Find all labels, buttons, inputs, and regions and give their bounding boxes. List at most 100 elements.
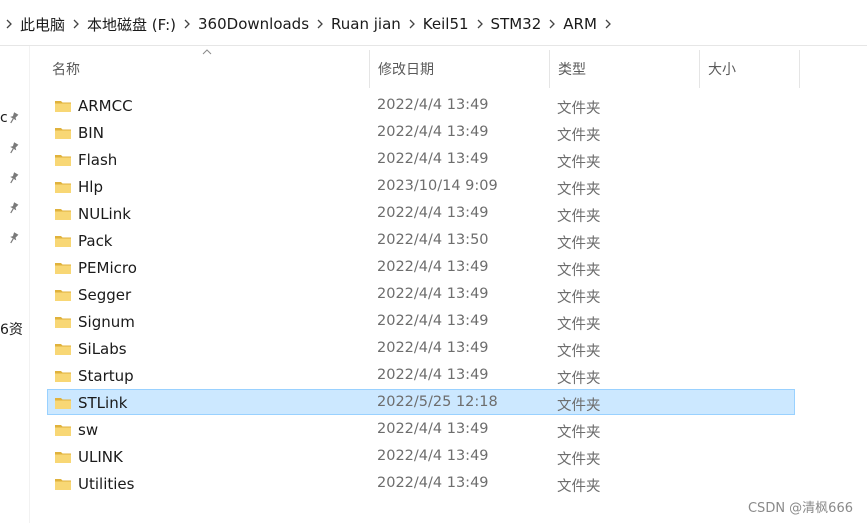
row-type: 文件夹 bbox=[557, 371, 601, 387]
row-modified: 2022/4/4 13:49 bbox=[377, 367, 489, 383]
folder-icon bbox=[55, 179, 71, 193]
pin-icon bbox=[6, 138, 24, 156]
table-row[interactable]: Hlp 2023/10/14 9:09 文件夹 bbox=[47, 173, 795, 199]
folder-icon bbox=[55, 260, 71, 274]
chevron-right-icon[interactable] bbox=[0, 13, 18, 35]
pin-icon bbox=[6, 108, 24, 126]
row-name: BIN bbox=[78, 124, 104, 142]
row-name: NULink bbox=[78, 205, 131, 223]
chevron-right-icon[interactable] bbox=[178, 13, 196, 35]
breadcrumb-item[interactable]: 此电脑 bbox=[18, 14, 67, 35]
row-modified: 2022/5/25 12:18 bbox=[377, 394, 498, 410]
table-row[interactable]: Signum 2022/4/4 13:49 文件夹 bbox=[47, 308, 795, 334]
row-name: Startup bbox=[78, 367, 134, 385]
column-modified-label: 修改日期 bbox=[378, 62, 434, 78]
row-type: 文件夹 bbox=[557, 452, 601, 468]
column-header-type[interactable]: 类型 bbox=[550, 50, 700, 88]
row-name: Segger bbox=[78, 286, 132, 304]
sort-ascending-icon bbox=[202, 49, 212, 55]
folder-icon bbox=[55, 233, 71, 247]
table-row[interactable]: STLink 2022/5/25 12:18 文件夹 bbox=[47, 389, 795, 415]
chevron-right-icon[interactable] bbox=[403, 13, 421, 35]
row-modified: 2022/4/4 13:49 bbox=[377, 313, 489, 329]
nav-item-truncated[interactable]: 6资 bbox=[0, 319, 23, 339]
row-type: 文件夹 bbox=[557, 317, 601, 333]
column-header-name[interactable]: 名称 bbox=[44, 49, 370, 88]
row-modified: 2022/4/4 13:50 bbox=[377, 232, 489, 248]
folder-icon bbox=[55, 98, 71, 112]
row-name: PEMicro bbox=[78, 259, 137, 277]
row-modified: 2022/4/4 13:49 bbox=[377, 259, 489, 275]
row-type: 文件夹 bbox=[557, 101, 601, 117]
breadcrumb-item[interactable]: 360Downloads bbox=[196, 15, 311, 33]
breadcrumb-item[interactable]: 本地磁盘 (F:) bbox=[85, 14, 178, 35]
chevron-right-icon[interactable] bbox=[67, 13, 85, 35]
row-name: Pack bbox=[78, 232, 113, 250]
folder-icon bbox=[55, 152, 71, 166]
row-type: 文件夹 bbox=[557, 128, 601, 144]
folder-icon bbox=[55, 287, 71, 301]
navigation-pane: c 6资 bbox=[0, 46, 30, 523]
folder-icon bbox=[55, 476, 71, 490]
table-row[interactable]: Flash 2022/4/4 13:49 文件夹 bbox=[47, 146, 795, 172]
folder-icon bbox=[55, 314, 71, 328]
column-name-label: 名称 bbox=[52, 62, 80, 78]
table-row[interactable]: SiLabs 2022/4/4 13:49 文件夹 bbox=[47, 335, 795, 361]
watermark: CSDN @清枫666 bbox=[747, 501, 853, 516]
chevron-right-icon[interactable] bbox=[599, 13, 617, 35]
row-name: SiLabs bbox=[78, 340, 127, 358]
row-type: 文件夹 bbox=[557, 155, 601, 171]
row-name: ULINK bbox=[78, 448, 123, 466]
row-type: 文件夹 bbox=[557, 209, 601, 225]
table-row[interactable]: Utilities 2022/4/4 13:49 文件夹 bbox=[47, 470, 795, 496]
row-type: 文件夹 bbox=[557, 398, 601, 414]
address-bar: 此电脑 本地磁盘 (F:) 360Downloads Ruan jian Keil51 S… bbox=[0, 0, 867, 46]
table-row[interactable]: PEMicro 2022/4/4 13:49 文件夹 bbox=[47, 254, 795, 280]
column-header-modified[interactable]: 修改日期 bbox=[370, 50, 550, 88]
row-modified: 2022/4/4 13:49 bbox=[377, 448, 489, 464]
table-row[interactable]: ULINK 2022/4/4 13:49 文件夹 bbox=[47, 443, 795, 469]
row-type: 文件夹 bbox=[557, 425, 601, 441]
row-name: ARMCC bbox=[78, 97, 133, 115]
row-modified: 2023/10/14 9:09 bbox=[377, 178, 498, 194]
row-modified: 2022/4/4 13:49 bbox=[377, 421, 489, 437]
row-name: Utilities bbox=[78, 475, 135, 493]
row-type: 文件夹 bbox=[557, 236, 601, 252]
row-modified: 2022/4/4 13:49 bbox=[377, 286, 489, 302]
folder-icon bbox=[55, 341, 71, 355]
row-type: 文件夹 bbox=[557, 290, 601, 306]
row-modified: 2022/4/4 13:49 bbox=[377, 340, 489, 356]
row-modified: 2022/4/4 13:49 bbox=[377, 205, 489, 221]
table-row[interactable]: sw 2022/4/4 13:49 文件夹 bbox=[47, 416, 795, 442]
chevron-right-icon[interactable] bbox=[311, 13, 329, 35]
row-name: sw bbox=[78, 421, 99, 439]
row-name: Hlp bbox=[78, 178, 103, 196]
folder-icon bbox=[55, 206, 71, 220]
pane-divider bbox=[29, 46, 30, 523]
table-row[interactable]: ARMCC 2022/4/4 13:49 文件夹 bbox=[47, 92, 795, 118]
pin-icon bbox=[6, 168, 24, 186]
table-row[interactable]: NULink 2022/4/4 13:49 文件夹 bbox=[47, 200, 795, 226]
row-modified: 2022/4/4 13:49 bbox=[377, 97, 489, 113]
table-row[interactable]: Segger 2022/4/4 13:49 文件夹 bbox=[47, 281, 795, 307]
breadcrumb-item[interactable]: Keil51 bbox=[421, 15, 471, 33]
row-name: Flash bbox=[78, 151, 118, 169]
folder-icon bbox=[55, 125, 71, 139]
folder-icon bbox=[55, 368, 71, 382]
row-modified: 2022/4/4 13:49 bbox=[377, 475, 489, 491]
breadcrumb: 此电脑 本地磁盘 (F:) 360Downloads Ruan jian Keil51 S… bbox=[0, 13, 617, 35]
pin-icon bbox=[6, 228, 24, 246]
column-type-label: 类型 bbox=[558, 62, 586, 78]
table-row[interactable]: BIN 2022/4/4 13:49 文件夹 bbox=[47, 119, 795, 145]
column-header-size[interactable]: 大小 bbox=[700, 50, 800, 88]
chevron-right-icon[interactable] bbox=[471, 13, 489, 35]
column-size-label: 大小 bbox=[708, 62, 736, 78]
breadcrumb-item[interactable]: ARM bbox=[561, 15, 599, 33]
row-modified: 2022/4/4 13:49 bbox=[377, 124, 489, 140]
folder-icon bbox=[55, 395, 71, 409]
chevron-right-icon[interactable] bbox=[543, 13, 561, 35]
breadcrumb-item[interactable]: STM32 bbox=[489, 15, 544, 33]
breadcrumb-item[interactable]: Ruan jian bbox=[329, 15, 403, 33]
table-row[interactable]: Startup 2022/4/4 13:49 文件夹 bbox=[47, 362, 795, 388]
table-row[interactable]: Pack 2022/4/4 13:50 文件夹 bbox=[47, 227, 795, 253]
